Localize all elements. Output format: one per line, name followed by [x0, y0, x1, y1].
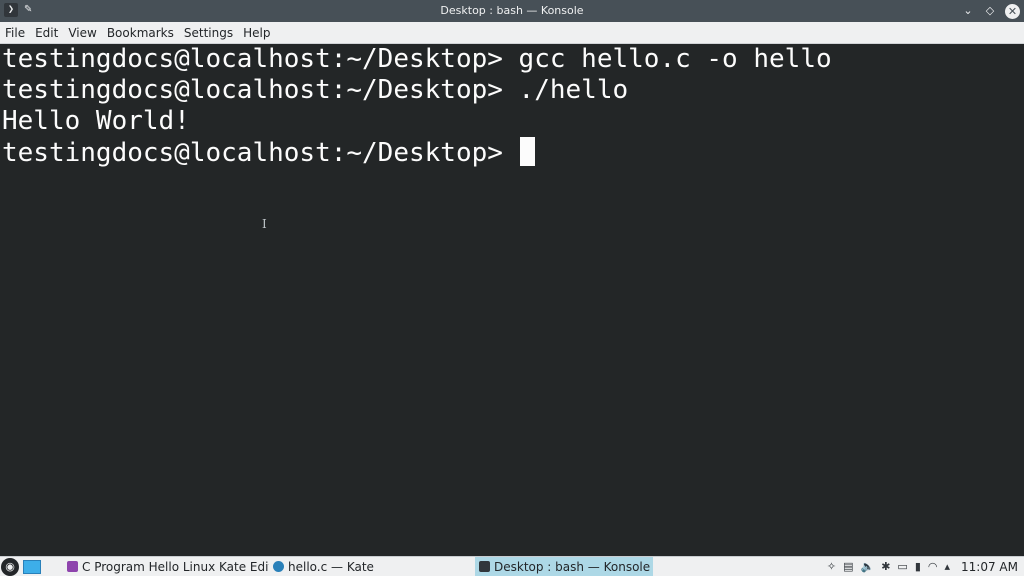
brightness-icon[interactable]: ✧	[827, 560, 836, 573]
wifi-icon[interactable]: ◠	[928, 560, 938, 573]
bluetooth-icon[interactable]: ✱	[881, 560, 890, 573]
window-titlebar[interactable]: ❯ ✎ Desktop : bash — Konsole ⌄ ◇ ✕	[0, 0, 1024, 22]
volume-icon[interactable]: 🔈	[861, 560, 875, 573]
terminal-line: Hello World!	[2, 106, 190, 136]
task-konsole[interactable]: Desktop : bash — Konsole	[475, 557, 653, 576]
close-icon[interactable]: ✕	[1005, 3, 1020, 19]
desktop-pager[interactable]	[23, 559, 41, 574]
menu-view[interactable]: View	[63, 23, 101, 43]
terminal-prompt-line: testingdocs@localhost:~/Desktop>	[2, 137, 1024, 168]
task-label: Desktop : bash — Konsole	[494, 559, 651, 574]
task-label: C Program Hello Linux Kate Edito...	[82, 559, 269, 574]
ibeam-cursor-icon: I	[262, 217, 267, 231]
battery-icon[interactable]: ▭	[897, 560, 907, 573]
terminal-prompt: testingdocs@localhost:~/Desktop>	[2, 138, 519, 168]
terminal-line: testingdocs@localhost:~/Desktop> gcc hel…	[2, 44, 832, 74]
terminal-area[interactable]: testingdocs@localhost:~/Desktop> gcc hel…	[0, 44, 1024, 556]
menu-edit[interactable]: Edit	[30, 23, 63, 43]
task-kate-editor[interactable]: C Program Hello Linux Kate Edito...	[63, 557, 269, 576]
konsole-icon	[479, 561, 490, 572]
device-icon[interactable]: ▮	[915, 560, 921, 573]
task-hello-kate[interactable]: hello.c — Kate	[269, 557, 475, 576]
terminal-line: testingdocs@localhost:~/Desktop> ./hello	[2, 75, 629, 105]
menu-help[interactable]: Help	[238, 23, 275, 43]
system-tray: ✧ ▤ 🔈 ✱ ▭ ▮ ◠ ▴ 11:07 AM	[827, 560, 1024, 574]
maximize-icon[interactable]: ◇	[983, 3, 997, 19]
minimize-icon[interactable]: ⌄	[961, 3, 975, 19]
taskbar: ◉ C Program Hello Linux Kate Edito... he…	[0, 556, 1024, 576]
menu-bookmarks[interactable]: Bookmarks	[102, 23, 179, 43]
clock[interactable]: 11:07 AM	[961, 560, 1018, 574]
terminal-cursor	[519, 137, 535, 166]
window-title: Desktop : bash — Konsole	[440, 4, 584, 17]
menu-settings[interactable]: Settings	[179, 23, 238, 43]
application-launcher-icon[interactable]: ◉	[1, 557, 19, 576]
task-label: hello.c — Kate	[288, 559, 374, 574]
menubar: File Edit View Bookmarks Settings Help	[0, 22, 1024, 44]
menu-file[interactable]: File	[0, 23, 30, 43]
kate-screenshot-icon	[67, 561, 78, 572]
clipboard-icon[interactable]: ▤	[843, 560, 853, 573]
kate-icon	[273, 561, 284, 572]
tray-expand-icon[interactable]: ▴	[945, 560, 951, 573]
